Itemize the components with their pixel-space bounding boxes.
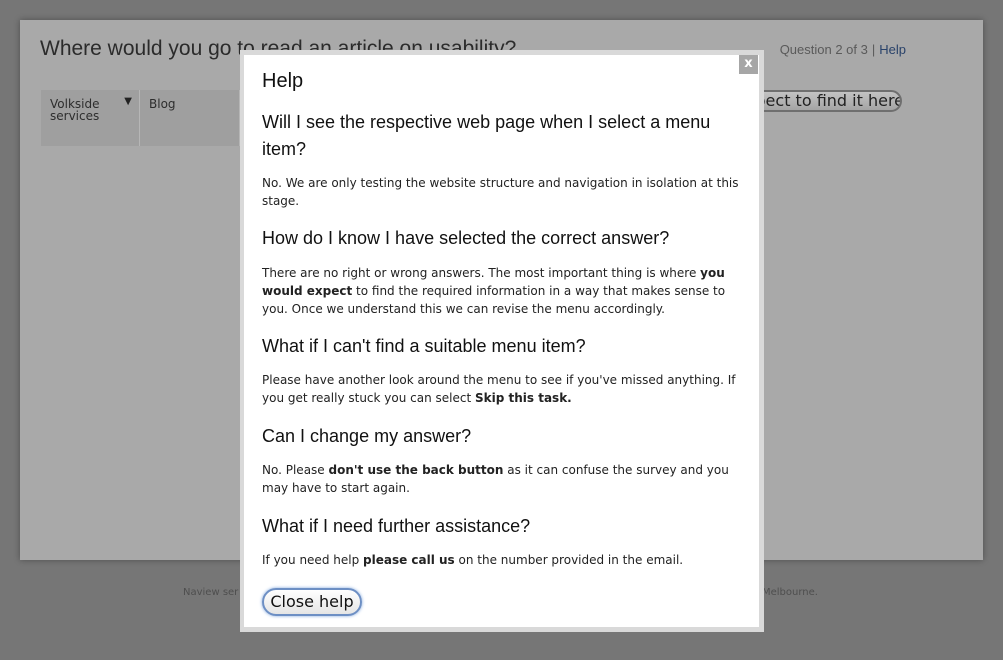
answer-text: No. Please bbox=[262, 463, 329, 477]
answer-text: on the number provided in the email. bbox=[454, 553, 684, 567]
emphasis-text: Skip this task. bbox=[475, 391, 572, 405]
answer-text: There are no right or wrong answers. The… bbox=[262, 266, 701, 280]
footer-text-left: Naview ser bbox=[183, 587, 239, 598]
help-dialog: Help Will I see the respective web page … bbox=[244, 55, 759, 627]
faq-question: Can I change my answer? bbox=[262, 426, 472, 446]
answer-text: If you need help bbox=[262, 553, 363, 567]
faq-question: What if I can't find a suitable menu ite… bbox=[262, 336, 586, 356]
dialog-title: Help bbox=[262, 70, 304, 92]
progress-indicator: Question 2 of 3 | Help bbox=[780, 42, 906, 57]
question-counter: Question 2 of 3 bbox=[779, 42, 868, 57]
menu-item-blog[interactable]: Blog bbox=[140, 90, 240, 146]
faq-answer: Please have another look around the menu… bbox=[262, 371, 747, 407]
menu-item-volkside-services[interactable]: Volkside services ▼ bbox=[41, 90, 140, 146]
emphasis-text: don't use the back button bbox=[328, 463, 504, 477]
answer-text: No. We are only testing the website stru… bbox=[262, 176, 739, 208]
tree-menu: Volkside services ▼ Blog bbox=[41, 90, 240, 146]
faq-answer: There are no right or wrong answers. The… bbox=[262, 264, 747, 318]
footer-text-right: Melbourne. bbox=[762, 587, 818, 598]
faq-answer: No. Please don't use the back button as … bbox=[262, 461, 747, 497]
faq-question: What if I need further assistance? bbox=[262, 516, 531, 536]
faq-answer: If you need help please call us on the n… bbox=[262, 551, 747, 569]
menu-item-label: Volkside services bbox=[50, 97, 100, 123]
help-link[interactable]: Help bbox=[879, 42, 906, 57]
close-icon[interactable]: x bbox=[739, 55, 758, 74]
separator: | bbox=[871, 42, 876, 57]
faq-question: How do I know I have selected the correc… bbox=[262, 228, 670, 248]
menu-item-label: Blog bbox=[149, 97, 176, 111]
emphasis-text: please call us bbox=[363, 553, 455, 567]
caret-down-icon: ▼ bbox=[124, 96, 132, 107]
close-help-button[interactable]: Close help bbox=[262, 588, 362, 616]
faq-question: Will I see the respective web page when … bbox=[262, 112, 711, 159]
faq-answer: No. We are only testing the website stru… bbox=[262, 174, 747, 210]
